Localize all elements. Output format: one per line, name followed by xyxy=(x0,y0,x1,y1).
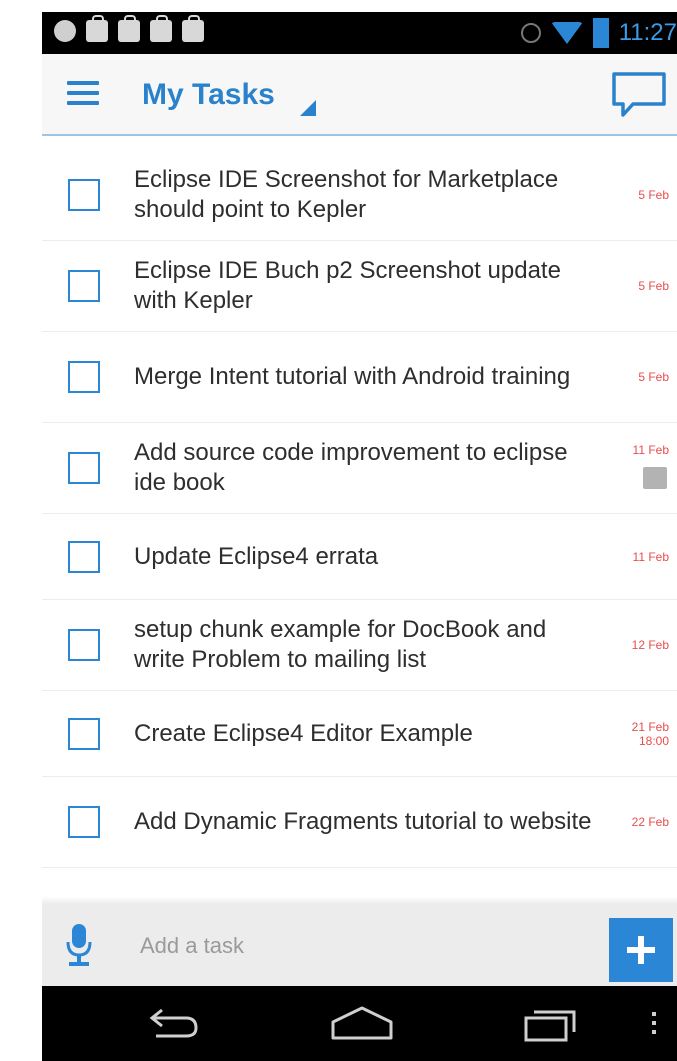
task-checkbox[interactable] xyxy=(68,806,100,838)
home-icon[interactable] xyxy=(329,1004,395,1044)
add-task-input[interactable] xyxy=(138,926,582,966)
plus-icon[interactable] xyxy=(609,918,673,982)
task-checkbox[interactable] xyxy=(68,629,100,661)
task-due-date: 5 Feb xyxy=(638,188,669,202)
shopping-bag-icon xyxy=(86,15,108,42)
notification-icons xyxy=(54,15,204,42)
task-checkbox[interactable] xyxy=(68,179,100,211)
task-title: Eclipse IDE Buch p2 Screenshot update wi… xyxy=(134,257,561,314)
shopping-bag-icon xyxy=(182,15,204,42)
task-checkbox[interactable] xyxy=(68,270,100,302)
task-title: Add source code improvement to eclipse i… xyxy=(134,439,568,496)
task-checkbox[interactable] xyxy=(68,540,100,573)
phone-screen: 11:27 My Tasks Eclipse IDE Screenshot fo… xyxy=(42,0,677,1061)
task-checkbox[interactable] xyxy=(68,452,100,484)
menu-icon[interactable] xyxy=(67,81,99,107)
android-icon xyxy=(54,20,76,42)
task-title: Create Eclipse4 Editor Example xyxy=(134,719,473,747)
task-due-date: 22 Feb xyxy=(631,815,669,829)
task-list-selector[interactable]: My Tasks xyxy=(142,78,275,112)
task-due-date: 12 Feb xyxy=(631,638,669,652)
system-status: 11:27 xyxy=(520,18,677,48)
task-due-day: 21 Feb xyxy=(631,719,669,734)
back-icon[interactable] xyxy=(142,1004,202,1044)
status-bar: 11:27 xyxy=(42,12,677,54)
task-row[interactable]: Merge Intent tutorial with Android train… xyxy=(42,332,677,423)
task-row[interactable]: Eclipse IDE Screenshot for Marketplace s… xyxy=(42,150,677,241)
task-title: Eclipse IDE Screenshot for Marketplace s… xyxy=(134,166,559,223)
task-list[interactable]: Eclipse IDE Screenshot for Marketplace s… xyxy=(42,150,677,904)
microphone-icon[interactable] xyxy=(64,922,94,968)
recent-apps-icon[interactable] xyxy=(520,1004,580,1044)
task-row[interactable]: Eclipse IDE Buch p2 Screenshot update wi… xyxy=(42,241,677,332)
task-row[interactable]: Update Eclipse4 errata 11 Feb xyxy=(42,514,677,600)
action-bar: My Tasks xyxy=(42,54,677,136)
dropdown-caret-icon[interactable] xyxy=(300,100,316,116)
battery-icon xyxy=(592,18,609,48)
wifi-icon xyxy=(550,22,583,44)
task-due-date: 21 Feb 18:00 xyxy=(632,720,669,748)
shopping-bag-icon xyxy=(150,15,172,42)
note-icon xyxy=(643,467,667,489)
task-due-time: 18:00 xyxy=(638,733,669,748)
task-due-date: 11 Feb xyxy=(632,443,669,457)
task-due-date: 11 Feb xyxy=(632,549,669,564)
overflow-menu-icon[interactable] xyxy=(646,1004,662,1044)
task-row[interactable]: Add Dynamic Fragments tutorial to websit… xyxy=(42,777,677,868)
shopping-bag-icon xyxy=(118,15,140,42)
add-task-bar xyxy=(42,904,677,986)
task-title: Add Dynamic Fragments tutorial to websit… xyxy=(134,808,592,835)
task-title: Update Eclipse4 errata xyxy=(134,542,379,570)
alarm-icon xyxy=(520,23,541,43)
status-time: 11:27 xyxy=(618,19,677,46)
task-due-date: 5 Feb xyxy=(638,370,669,384)
task-title: setup chunk example for DocBook and writ… xyxy=(134,616,547,673)
task-row[interactable]: Add source code improvement to eclipse i… xyxy=(42,423,677,514)
list-fade xyxy=(42,896,677,904)
task-due-date: 5 Feb xyxy=(638,279,669,293)
navigation-bar xyxy=(42,986,677,1061)
task-title: Merge Intent tutorial with Android train… xyxy=(134,363,571,390)
task-row[interactable]: Create Eclipse4 Editor Example 21 Feb 18… xyxy=(42,691,677,777)
chat-icon[interactable] xyxy=(609,70,669,120)
task-checkbox[interactable] xyxy=(68,361,100,393)
task-row[interactable]: setup chunk example for DocBook and writ… xyxy=(42,600,677,691)
task-checkbox[interactable] xyxy=(68,717,100,750)
